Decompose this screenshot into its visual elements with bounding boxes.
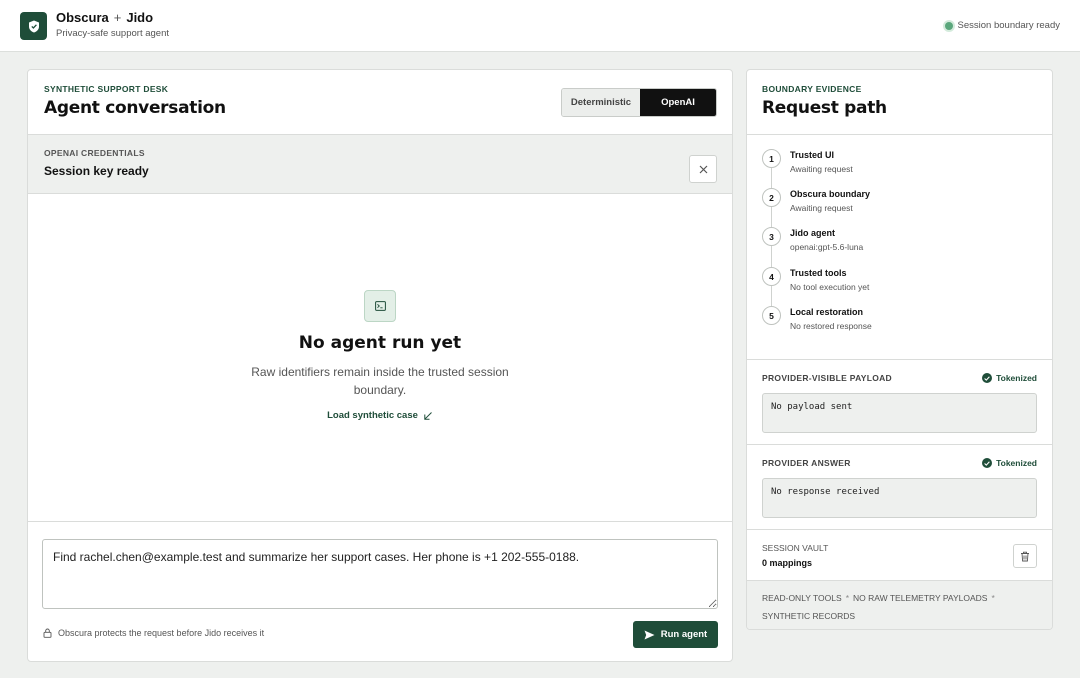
provider-payload-section: PROVIDER-VISIBLE PAYLOAD Tokenized No pa… [747, 360, 1052, 445]
clear-vault-button[interactable] [1013, 544, 1037, 568]
step-trusted-ui: 1 Trusted UI Awaiting request [762, 149, 1042, 185]
status-dot-icon [944, 21, 953, 30]
load-synthetic-case-label: Load synthetic case [327, 410, 418, 421]
step-status: Awaiting request [790, 164, 853, 174]
step-title: Obscura boundary [790, 189, 871, 199]
step-obscura-boundary: 2 Obscura boundary Awaiting request [762, 188, 1042, 224]
step-title: Trusted UI [790, 150, 835, 160]
payload-label: PROVIDER-VISIBLE PAYLOAD [762, 373, 892, 383]
conversation-header: SYNTHETIC SUPPORT DESK Agent conversatio… [28, 70, 732, 135]
session-status-text: Session boundary ready [957, 20, 1060, 31]
step-status: Awaiting request [790, 203, 853, 213]
step-number: 5 [762, 306, 781, 325]
answer-badge-text: Tokenized [996, 458, 1037, 468]
tag-synthetic-records: SYNTHETIC RECORDS [762, 611, 856, 621]
mode-deterministic-button[interactable]: Deterministic [562, 89, 640, 116]
step-local-restoration: 5 Local restoration No restored response [762, 306, 1042, 342]
conversation-title: Agent conversation [44, 98, 226, 118]
top-bar: Obscura + Jido Privacy-safe support agent … [0, 0, 1080, 52]
conversation-panel: SYNTHETIC SUPPORT DESK Agent conversatio… [27, 69, 733, 662]
conversation-eyebrow: SYNTHETIC SUPPORT DESK [44, 84, 169, 94]
close-credentials-button[interactable] [689, 155, 717, 183]
vault-mappings-count: 0 mappings [762, 558, 813, 568]
step-status: openai:gpt-5.6-luna [790, 242, 864, 252]
evidence-title: Request path [762, 98, 887, 118]
check-circle-icon [982, 373, 993, 383]
step-jido-agent: 3 Jido agent openai:gpt-5.6-luna [762, 227, 1042, 263]
prompt-input[interactable]: Find rachel.chen@example.test and summar… [42, 539, 718, 609]
boundary-evidence-panel: BOUNDARY EVIDENCE Request path 1 Trusted… [746, 69, 1053, 630]
tag-separator: * [991, 593, 995, 603]
step-trusted-tools: 4 Trusted tools No tool execution yet [762, 267, 1042, 303]
tag-read-only-tools: READ-ONLY TOOLS [762, 593, 842, 603]
privacy-note-text: Obscura protects the request before Jido… [58, 628, 265, 638]
provider-answer-section: PROVIDER ANSWER Tokenized No response re… [747, 445, 1052, 530]
run-agent-label: Run agent [660, 629, 708, 640]
brand-name-jido: Jido [126, 10, 154, 25]
brand-name-obscura: Obscura [56, 10, 109, 25]
brand-plus: + [113, 10, 122, 25]
app-subtitle: Privacy-safe support agent [56, 28, 170, 39]
arrow-down-left-icon [424, 411, 432, 420]
empty-state-text: Raw identifiers remain inside the truste… [251, 365, 509, 397]
step-number: 2 [762, 188, 781, 207]
trash-icon [1021, 551, 1029, 561]
send-icon [644, 630, 655, 639]
step-title: Local restoration [790, 307, 864, 317]
tag-no-raw-telemetry: NO RAW TELEMETRY PAYLOADS [853, 593, 988, 603]
mode-openai-button[interactable]: OpenAI [640, 89, 716, 116]
session-vault-section: SESSION VAULT 0 mappings [747, 530, 1052, 581]
app-title: Obscura + Jido [56, 10, 153, 25]
evidence-eyebrow: BOUNDARY EVIDENCE [762, 84, 862, 94]
payload-box: No payload sent [762, 393, 1037, 433]
answer-label: PROVIDER ANSWER [762, 458, 851, 468]
tag-separator: * [845, 593, 849, 603]
load-synthetic-case-link[interactable]: Load synthetic case [28, 410, 732, 421]
answer-box: No response received [762, 478, 1037, 518]
credentials-value: Session key ready [44, 164, 149, 178]
run-agent-button[interactable]: Run agent [633, 621, 718, 648]
step-status: No tool execution yet [790, 282, 870, 292]
session-status: Session boundary ready [944, 20, 1060, 31]
credentials-label: OPENAI CREDENTIALS [44, 148, 145, 158]
step-title: Trusted tools [790, 268, 847, 278]
capability-tags: READ-ONLY TOOLS * NO RAW TELEMETRY PAYLOAD… [747, 581, 1052, 629]
vault-label: SESSION VAULT [762, 543, 829, 553]
close-icon [699, 165, 707, 173]
step-number: 3 [762, 227, 781, 246]
payload-badge-text: Tokenized [996, 373, 1037, 383]
step-status: No restored response [790, 321, 872, 331]
empty-state-title: No agent run yet [298, 333, 462, 353]
privacy-note: Obscura protects the request before Jido… [43, 628, 264, 638]
composer: Find rachel.chen@example.test and summar… [28, 521, 732, 661]
lock-icon [43, 628, 52, 638]
request-path-steps: 1 Trusted UI Awaiting request 2 Obscura … [747, 135, 1052, 360]
answer-tokenized-badge: Tokenized [982, 458, 1037, 468]
evidence-header: BOUNDARY EVIDENCE Request path [747, 70, 1052, 135]
step-title: Jido agent [790, 228, 836, 238]
payload-tokenized-badge: Tokenized [982, 373, 1037, 383]
mode-toggle: Deterministic OpenAI [561, 88, 717, 117]
terminal-icon [364, 290, 396, 322]
check-circle-icon [982, 458, 993, 468]
credentials-bar: OPENAI CREDENTIALS Session key ready [28, 135, 732, 194]
step-number: 4 [762, 267, 781, 286]
step-number: 1 [762, 149, 781, 168]
shield-logo-icon [20, 12, 47, 40]
